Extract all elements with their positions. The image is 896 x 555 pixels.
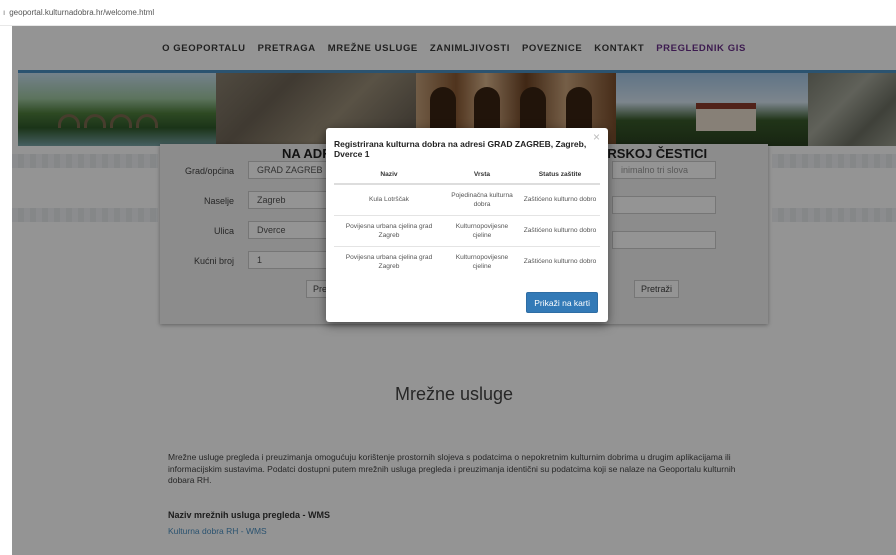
table-row[interactable]: Povijesna urbana cjelina grad Zagreb Kul… [334,245,600,277]
column-naziv: Naziv [334,166,444,185]
site-info-icon[interactable]: ı [3,8,5,17]
modal-title: Registrirana kulturna dobra na adresi GR… [334,139,587,159]
cell-vrsta: Pojedinačna kulturna dobra [444,183,520,215]
address-bar[interactable]: ı geoportal.kulturnadobra.hr/welcome.html [0,0,896,26]
cell-vrsta: Kulturnopovijesne cjeline [444,214,520,246]
cell-vrsta: Kulturnopovijesne cjeline [444,245,520,277]
cell-naziv: Povijesna urbana cjelina grad Zagreb [334,245,444,277]
table-header-row: Naziv Vrsta Status zaštite [334,166,600,185]
table-row[interactable]: Kula Lotrščak Pojedinačna kulturna dobra… [334,183,600,215]
column-status: Status zaštite [520,166,600,185]
cell-naziv: Povijesna urbana cjelina grad Zagreb [334,214,444,246]
cell-status: Zaštićeno kulturno dobro [520,245,600,277]
cell-naziv: Kula Lotrščak [334,183,444,215]
url-text[interactable]: geoportal.kulturnadobra.hr/welcome.html [9,8,154,17]
results-modal: Registrirana kulturna dobra na adresi GR… [326,128,608,322]
close-icon[interactable]: × [593,130,600,144]
cell-status: Zaštićeno kulturno dobro [520,183,600,215]
table-row[interactable]: Povijesna urbana cjelina grad Zagreb Kul… [334,214,600,246]
column-vrsta: Vrsta [444,166,520,185]
results-table: Naziv Vrsta Status zaštite Kula Lotrščak… [334,166,600,277]
show-on-map-button[interactable]: Prikaži na karti [526,292,598,313]
cell-status: Zaštićeno kulturno dobro [520,214,600,246]
